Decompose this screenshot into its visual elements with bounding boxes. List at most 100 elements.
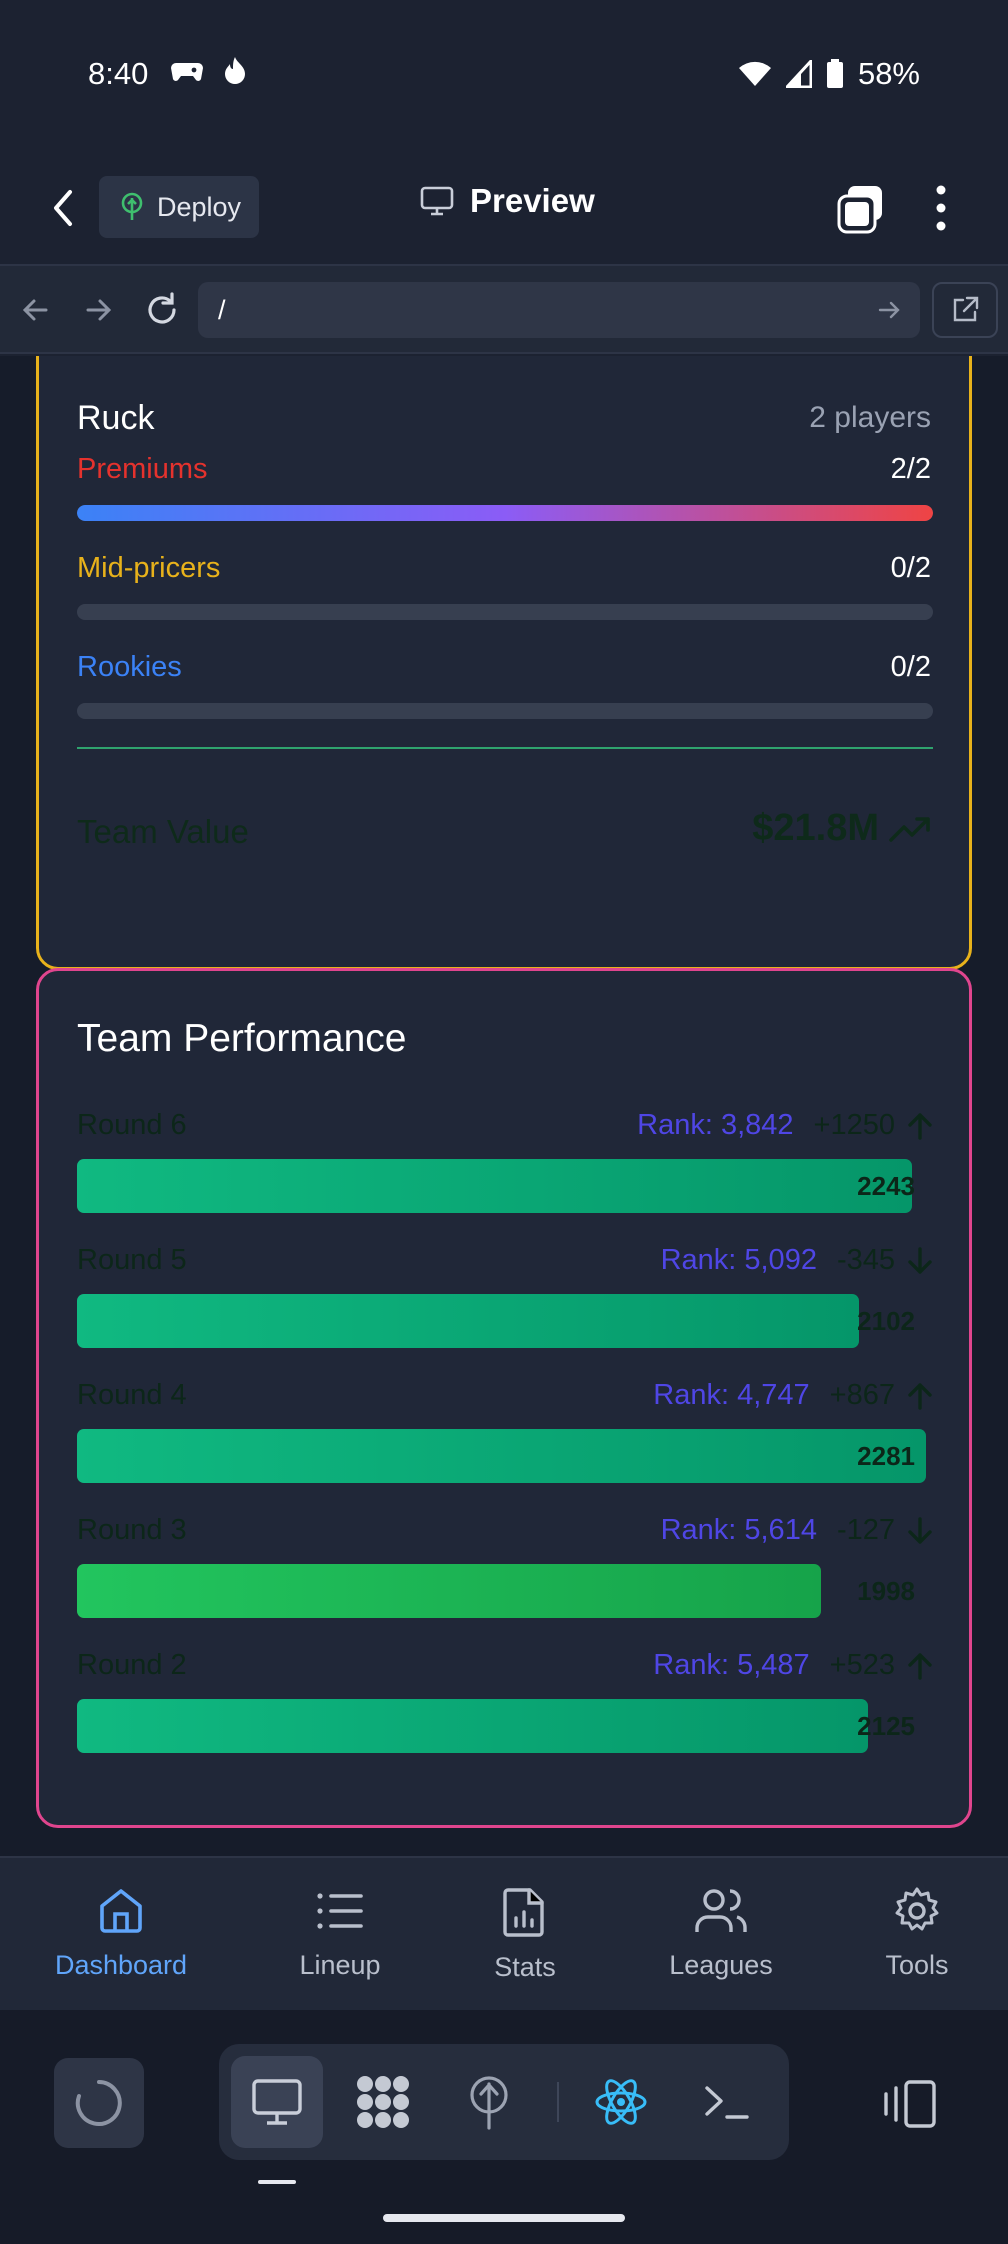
tier-label-mid-pricers: Mid-pricers — [77, 552, 221, 584]
round-score-bar — [77, 1294, 859, 1348]
dock-deploy-button[interactable] — [443, 2056, 535, 2148]
round-delta-value: +867 — [829, 1379, 895, 1411]
round-row: Round 2 Rank: 5,487 +523 2125 — [77, 1649, 933, 1769]
open-external-button[interactable] — [932, 282, 998, 338]
home-indicator[interactable] — [383, 2214, 625, 2222]
tool-dock — [0, 2010, 1008, 2244]
arrow-up-icon — [908, 1652, 932, 1680]
round-score: 2125 — [857, 1711, 915, 1741]
round-score-bar — [77, 1564, 821, 1618]
arrow-down-icon — [908, 1246, 932, 1274]
go-arrow-icon[interactable] — [876, 296, 904, 324]
round-delta: +523 — [830, 1649, 933, 1682]
tier-value-premiums: 2/2 — [890, 453, 931, 485]
dock-separator — [557, 2082, 559, 2122]
reload-icon[interactable] — [140, 288, 184, 332]
nav-stats[interactable]: Stats — [435, 1886, 615, 1983]
nav-label-leagues: Leagues — [669, 1950, 773, 1980]
stats-file-icon — [503, 1888, 544, 1937]
round-delta-value: +1250 — [813, 1109, 895, 1141]
dock-preview-button[interactable] — [231, 2056, 323, 2148]
ruck-card: Ruck 2 players Premiums 2/2 Mid-pricers … — [36, 356, 972, 970]
battery-icon — [826, 59, 843, 88]
split-view-icon[interactable] — [880, 2074, 940, 2134]
battery-percent: 58% — [857, 56, 920, 91]
dock-react-button[interactable] — [575, 2056, 667, 2148]
tier-label-premiums: Premiums — [77, 453, 208, 485]
loading-spinner-icon — [75, 2080, 122, 2126]
nav-tools[interactable]: Tools — [827, 1886, 1007, 1981]
round-delta: +1250 — [814, 1109, 933, 1142]
arrow-down-icon — [908, 1516, 932, 1544]
tier-progress-mid-pricers — [77, 604, 933, 620]
round-score: 2102 — [857, 1306, 915, 1336]
nav-back-icon[interactable] — [14, 288, 58, 332]
round-rank: Rank: 5,092 — [660, 1244, 817, 1276]
tier-progress-rookies — [77, 703, 933, 719]
url-input[interactable]: / — [198, 282, 920, 338]
loading-button[interactable] — [54, 2058, 144, 2148]
more-options-icon[interactable] — [924, 182, 958, 234]
round-rank: Rank: 4,747 — [653, 1379, 810, 1411]
nav-label-dashboard: Dashboard — [54, 1950, 188, 1980]
monitor-icon — [252, 2079, 302, 2125]
back-arrow-icon[interactable] — [44, 186, 84, 230]
tier-label-rookies: Rookies — [77, 651, 182, 683]
round-meta: Rank: 4,747 +867 — [653, 1379, 933, 1412]
tier-progress-premiums — [77, 505, 933, 521]
round-delta-value: +523 — [829, 1649, 895, 1681]
round-delta-value: -127 — [836, 1514, 895, 1546]
round-name: Round 6 — [77, 1109, 187, 1141]
dock-extensions-button[interactable] — [337, 2056, 429, 2148]
trending-up-icon — [889, 816, 930, 842]
page-content: Ruck 2 players Premiums 2/2 Mid-pricers … — [0, 356, 1008, 1856]
nav-dashboard[interactable]: Dashboard — [31, 1886, 211, 1981]
round-rank: Rank: 3,842 — [637, 1109, 794, 1141]
team-value-amount: $21.8M — [752, 807, 879, 849]
url-text: / — [218, 295, 226, 325]
status-system-icons: 58% — [738, 56, 920, 92]
status-bar: 8:40 58% — [0, 0, 1008, 150]
tier-value-mid-pricers: 0/2 — [890, 552, 931, 584]
round-name: Round 2 — [77, 1649, 187, 1681]
team-value: $21.8M — [752, 807, 931, 850]
round-meta: Rank: 3,842 +1250 — [637, 1109, 933, 1142]
round-name: Round 5 — [77, 1244, 187, 1276]
dock-tool-group — [219, 2044, 789, 2160]
round-name: Round 4 — [77, 1379, 187, 1411]
nav-lineup[interactable]: Lineup — [250, 1886, 430, 1981]
arrow-up-icon — [908, 1112, 932, 1140]
round-row: Round 5 Rank: 5,092 -345 2102 — [77, 1244, 933, 1364]
round-delta: +867 — [830, 1379, 933, 1412]
round-name: Round 3 — [77, 1514, 187, 1546]
round-meta: Rank: 5,092 -345 — [661, 1244, 933, 1277]
deploy-button[interactable]: Deploy — [99, 176, 259, 238]
tabs-icon[interactable] — [836, 184, 886, 234]
divider — [77, 747, 933, 749]
round-score: 2281 — [857, 1441, 915, 1471]
round-meta: Rank: 5,487 +523 — [653, 1649, 933, 1682]
preview-title: Preview — [420, 182, 595, 220]
deploy-icon — [470, 2076, 508, 2130]
round-score-bar — [77, 1429, 926, 1483]
nav-leagues[interactable]: Leagues — [631, 1886, 811, 1981]
team-performance-card: Team Performance Round 6 Rank: 3,842 +1250… — [36, 968, 972, 1828]
nav-forward-icon[interactable] — [76, 288, 120, 332]
tier-value-rookies: 0/2 — [890, 651, 931, 683]
dock-terminal-button[interactable] — [681, 2056, 773, 2148]
browser-bar: / — [0, 266, 1008, 354]
react-icon — [595, 2079, 647, 2125]
ruck-player-count: 2 players — [809, 401, 931, 434]
round-score-bar — [77, 1699, 868, 1753]
active-tool-indicator — [258, 2180, 296, 2184]
external-link-icon — [953, 296, 979, 322]
grid-blocks-icon — [357, 2076, 409, 2128]
round-rank: Rank: 5,614 — [660, 1514, 817, 1546]
gear-icon — [895, 1887, 939, 1931]
signal-icon — [785, 60, 812, 88]
nav-label-tools: Tools — [885, 1950, 949, 1980]
round-score-bar — [77, 1159, 912, 1213]
deploy-icon — [121, 192, 143, 220]
round-rank: Rank: 5,487 — [653, 1649, 810, 1681]
round-meta: Rank: 5,614 -127 — [661, 1514, 933, 1547]
